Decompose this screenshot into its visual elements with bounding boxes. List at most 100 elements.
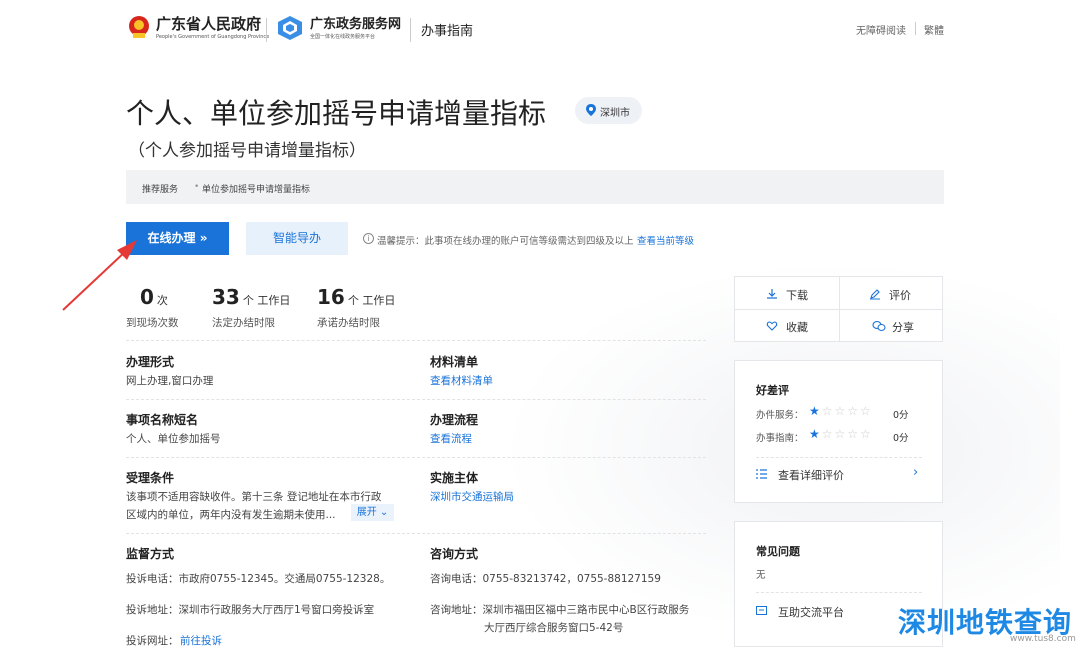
community-link[interactable]: 互助交流平台 (778, 604, 844, 620)
conditions-text: 区域内的单位，两年内没有发生逾期未使用... (126, 509, 336, 521)
download-icon (767, 289, 777, 299)
share-label: 分享 (892, 321, 914, 334)
service-stars[interactable]: ★☆☆☆☆ (809, 404, 873, 418)
stat-label: 到现场次数 (126, 317, 179, 329)
guide-stars[interactable]: ★☆☆☆☆ (809, 427, 873, 441)
traditional-chinese-link[interactable]: 繁體 (924, 22, 944, 37)
faq-content: 无 (756, 570, 766, 581)
star-filled-icon: ★ (809, 427, 822, 441)
short-name-label: 事项名称短名 (126, 413, 199, 427)
complaint-link[interactable]: 前往投诉 (180, 633, 222, 647)
page-subtitle: （个人参加摇号申请增量指标） (128, 141, 366, 161)
faq-title: 常见问题 (756, 545, 800, 558)
complaint-url-label: 投诉网址： (126, 635, 179, 647)
list-icon (756, 469, 767, 479)
divider (756, 592, 922, 593)
page-title: 个人、单位参加摇号申请增量指标 (126, 97, 547, 130)
conditions-text: 该事项不适用容缺收件。第十三条 登记地址在本市行政 (126, 491, 382, 503)
location-pin-icon (586, 104, 596, 116)
complaint-phone: 投诉电话：市政府0755-12345。交通局0755-12328。 (126, 573, 391, 585)
process-link[interactable]: 查看流程 (430, 431, 472, 446)
detail-rating-link[interactable]: 查看详细评价 (778, 467, 844, 483)
share-icon (872, 320, 886, 332)
star-empty-icon: ☆☆☆☆ (821, 427, 873, 441)
consult-label: 咨询方式 (430, 547, 479, 561)
breadcrumb: 推荐服务 • 单位参加摇号申请增量指标 (126, 170, 944, 204)
divider (126, 399, 706, 400)
conditions-label: 受理条件 (126, 471, 175, 485)
info-icon: i (363, 233, 374, 244)
breadcrumb-item: 单位参加摇号申请增量指标 (202, 185, 311, 195)
stat-number: 0 (140, 285, 154, 309)
form-label: 办理形式 (126, 355, 175, 369)
download-button[interactable]: 下载 (767, 287, 808, 303)
service-logo-icon (278, 16, 302, 40)
breadcrumb-item[interactable]: 推荐服务 (142, 182, 178, 195)
stat-promise-time: 16 个 工作日 (317, 285, 395, 309)
guide-link[interactable]: 办事指南 (421, 20, 473, 39)
share-button[interactable]: 分享 (872, 319, 914, 335)
accessibility-link[interactable]: 无障碍阅读 (856, 22, 906, 37)
favorite-label: 收藏 (786, 321, 808, 334)
stat-unit: 个 工作日 (347, 294, 396, 307)
smart-guide-button[interactable]: 智能导办 (246, 222, 348, 255)
expand-button[interactable]: 展开 ⌄ (351, 504, 394, 521)
stat-visits: 0次 (140, 285, 168, 309)
heart-icon (766, 321, 778, 331)
complaint-address: 投诉地址：深圳市行政服务大厅西厅1号窗口旁投诉室 (126, 604, 375, 616)
rating-title: 好差评 (756, 384, 789, 397)
location-badge: 深圳市 (575, 97, 642, 124)
short-name-value: 个人、单位参加摇号 (126, 433, 221, 445)
check-level-link[interactable]: 查看当前等级 (637, 233, 694, 247)
consult-address: 咨询地址：深圳市福田区福中三路市民中心B区行政服务 (430, 604, 690, 616)
chevron-right-icon[interactable]: › (913, 465, 918, 480)
service-name[interactable]: 广东政务服务网 (310, 13, 401, 32)
process-label: 办理流程 (430, 413, 479, 427)
annotation-arrow-icon (62, 240, 137, 311)
materials-link[interactable]: 查看材料清单 (430, 373, 493, 388)
header-divider (266, 18, 267, 42)
guide-score: 0分 (893, 433, 909, 444)
stat-unit: 个 工作日 (242, 294, 291, 307)
stat-unit: 次 (156, 294, 168, 307)
header-divider (915, 22, 916, 35)
tip-text: 温馨提示：此事项在线办理的账户可信等级需达到四级及以上 (377, 236, 634, 247)
edit-icon (870, 289, 880, 300)
supervision-label: 监督方式 (126, 547, 175, 561)
stat-label: 承诺办结时限 (317, 317, 380, 329)
stat-number: 33 (212, 285, 240, 309)
gov-name-en: People's Government of Guangdong Provinc… (156, 34, 270, 40)
rating-panel: 好差评 办件服务： ★☆☆☆☆ 0分 办事指南： ★☆☆☆☆ 0分 查看详细评价… (734, 360, 943, 503)
star-filled-icon: ★ (809, 404, 822, 418)
divider (126, 533, 706, 534)
action-panel: 下载 评价 收藏 分享 (734, 276, 943, 342)
stat-label: 法定办结时限 (212, 317, 275, 329)
agency-link[interactable]: 深圳市交通运输局 (430, 489, 514, 504)
stat-number: 16 (317, 285, 345, 309)
location-text: 深圳市 (600, 108, 630, 119)
service-rating-label: 办件服务： (756, 410, 804, 421)
stat-legal-time: 33 个 工作日 (212, 285, 290, 309)
message-icon (756, 606, 767, 615)
divider (756, 457, 922, 458)
evaluate-button[interactable]: 评价 (870, 287, 911, 303)
watermark-url: www.tus8.com (1010, 634, 1076, 644)
header-divider (410, 18, 411, 42)
national-emblem-icon (129, 16, 149, 38)
service-subtitle: 全国一体化在线政务服务平台 (310, 34, 376, 40)
consult-phone: 咨询电话：0755-83213742，0755-88127159 (430, 573, 661, 585)
gov-name[interactable]: 广东省人民政府 (156, 13, 261, 34)
breadcrumb-separator: • (194, 182, 200, 192)
top-header: 广东省人民政府 People's Government of Guangdong… (0, 0, 1080, 60)
consult-address: 大厅西厅综合服务窗口5-42号 (484, 622, 624, 634)
guide-rating-label: 办事指南： (756, 433, 804, 444)
materials-label: 材料清单 (430, 355, 479, 369)
expand-label: 展开 (356, 507, 377, 518)
agency-label: 实施主体 (430, 471, 479, 485)
download-label: 下载 (786, 289, 808, 302)
divider (126, 340, 706, 341)
divider (126, 457, 706, 458)
favorite-button[interactable]: 收藏 (766, 319, 808, 335)
service-score: 0分 (893, 410, 909, 421)
star-empty-icon: ☆☆☆☆ (821, 404, 873, 418)
